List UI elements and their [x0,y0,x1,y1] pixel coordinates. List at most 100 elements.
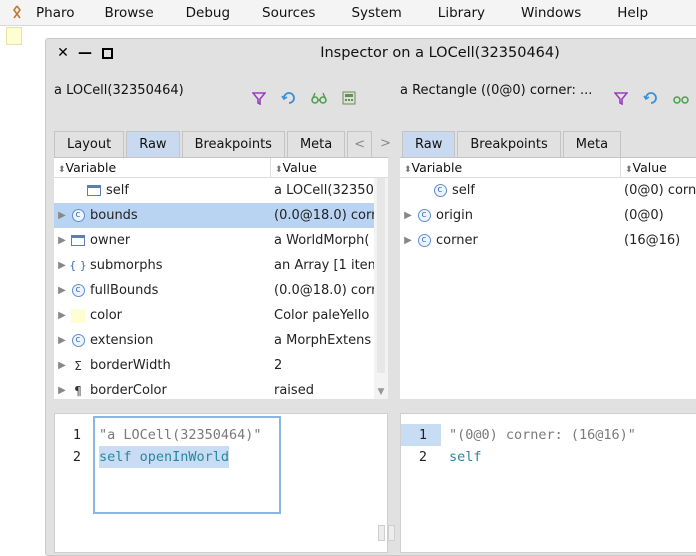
pane-resize-handle[interactable] [376,523,396,543]
table-row[interactable]: self a LOCell(32350 [54,178,388,203]
refresh-icon[interactable] [642,89,660,107]
line-number: 1 [418,427,427,443]
desktop-cell-morph[interactable] [6,27,22,45]
code-text-selected: self openInWorld [99,446,230,468]
table-row[interactable]: ▶ color Color paleYello [54,303,388,328]
variable-name: self [452,183,475,198]
table-row[interactable]: ▶ c origin (0@0) [400,203,696,228]
column-header-value[interactable]: ⬍Value [270,158,317,177]
table-row[interactable]: ▶ ¶ borderColor raised [54,378,388,399]
menu-browse[interactable]: Browse [98,5,179,21]
expand-arrow-icon[interactable]: ▶ [400,210,416,221]
pharo-desktop: Pharo Browse Debug Sources System Librar… [0,0,696,556]
calculator-icon[interactable] [340,89,358,107]
variable-value: (0@0) corne [624,183,696,198]
right-object-label: a Rectangle ((0@0) corner: ... [400,83,593,98]
variable-name: origin [436,208,474,223]
expand-arrow-icon[interactable]: ▶ [54,260,70,271]
left-code-editor[interactable]: 1 "a LOCell(32350464)" 2 self openInWorl… [54,413,388,553]
line-number: 1 [72,427,81,443]
expand-arrow-icon[interactable]: ▶ [54,210,70,221]
table-row[interactable]: ▶ { } submorphs an Array [1 item [54,253,388,278]
table-header: ⬍Variable ⬍Value [54,158,388,178]
window-title: Inspector on a LOCell(32350464) [320,45,560,61]
menu-system[interactable]: System [345,5,431,21]
table-row[interactable]: ▶ c bounds (0.0@18.0) corr [54,203,388,228]
class-c-icon: c [416,234,432,248]
sigma-icon: Σ [74,358,82,373]
window-icon [86,184,102,198]
table-row[interactable]: c self (0@0) corne [400,178,696,203]
refresh-icon[interactable] [280,89,298,107]
line-number: 2 [72,449,81,465]
menu-pharo[interactable]: Pharo [34,5,98,21]
expand-arrow-icon[interactable]: ▶ [54,285,70,296]
tab-meta[interactable]: Meta [562,131,622,157]
variable-value: (0.0@18.0) corr [274,283,377,298]
class-c-icon: c [70,284,86,298]
variable-name: corner [436,233,478,248]
tab-breakpoints[interactable]: Breakpoints [457,131,561,157]
table-header: ⬍Variable ⬍Value [400,158,696,178]
tab-raw[interactable]: Raw [402,131,456,157]
pilcrow-icon: ¶ [74,383,82,398]
variable-name: color [90,308,123,323]
menu-windows[interactable]: Windows [515,5,611,21]
table-row[interactable]: ▶ c extension a MorphExtens [54,328,388,353]
expand-arrow-icon[interactable]: ▶ [54,235,70,246]
expand-arrow-icon[interactable]: ▶ [54,360,70,371]
expand-arrow-icon[interactable]: ▶ [54,310,70,321]
table-row[interactable]: ▶ c fullBounds (0.0@18.0) corr [54,278,388,303]
filter-icon[interactable] [612,89,630,107]
variable-name: extension [90,333,154,348]
filter-icon[interactable] [250,89,268,107]
code-text: "a LOCell(32350464)" [99,427,262,443]
right-code-editor[interactable]: 1 "(0@0) corner: (16@16)" 2 self [400,413,696,553]
column-header-variable[interactable]: ⬍Variable [54,158,270,177]
table-row[interactable]: ▶ owner a WorldMorph( [54,228,388,253]
window-titlebar[interactable]: ✕ — Inspector on a LOCell(32350464) [46,39,696,67]
expand-arrow-icon[interactable]: ▶ [54,385,70,396]
left-variables-table: ⬍Variable ⬍Value self a LOCell(32350 ▶ c… [54,157,388,399]
left-tabs: Layout Raw Breakpoints Meta < > [54,131,399,157]
window-icon [70,234,86,248]
variable-value: raised [274,383,314,398]
variable-value: an Array [1 item [274,258,381,273]
pharo-logo-icon[interactable] [0,0,34,26]
scroll-down-icon[interactable]: ▼ [374,387,388,397]
class-c-icon: c [70,334,86,348]
tab-breakpoints[interactable]: Breakpoints [181,131,285,157]
menu-library[interactable]: Library [432,5,515,21]
variable-name: borderWidth [90,358,171,373]
variable-name: self [106,183,129,198]
tabs-scroll-left-icon[interactable]: < [347,131,373,157]
expand-arrow-icon[interactable]: ▶ [54,335,70,346]
vertical-scrollbar[interactable]: ▼ [374,178,388,399]
variable-name: bounds [90,208,138,223]
tab-layout[interactable]: Layout [54,131,125,157]
world-menubar: Pharo Browse Debug Sources System Librar… [0,0,696,26]
left-toolbar [250,89,358,107]
variable-value: (0@0) [624,208,664,223]
column-header-variable[interactable]: ⬍Variable [400,158,620,177]
variable-name: submorphs [90,258,163,273]
menu-sources[interactable]: Sources [256,5,345,21]
menu-help[interactable]: Help [611,5,662,21]
table-row[interactable]: ▶ c corner (16@16) [400,228,696,253]
line-number: 2 [418,449,427,465]
tab-meta[interactable]: Meta [286,131,346,157]
glasses-icon[interactable] [672,89,690,107]
menu-debug[interactable]: Debug [180,5,256,21]
class-c-icon: c [416,209,432,223]
tab-raw[interactable]: Raw [126,131,180,157]
tabs-scroll-right-icon[interactable]: > [374,131,397,157]
column-header-value[interactable]: ⬍Value [620,158,667,177]
variable-name: fullBounds [90,283,159,298]
glasses-icon[interactable] [310,89,328,107]
right-variables-table: ⬍Variable ⬍Value c self (0@0) corne ▶ c … [400,157,696,399]
table-row[interactable]: ▶ Σ borderWidth 2 [54,353,388,378]
scrollbar-thumb[interactable] [377,178,385,373]
class-c-icon: c [432,184,448,198]
expand-arrow-icon[interactable]: ▶ [400,235,416,246]
variable-name: borderColor [90,383,167,398]
